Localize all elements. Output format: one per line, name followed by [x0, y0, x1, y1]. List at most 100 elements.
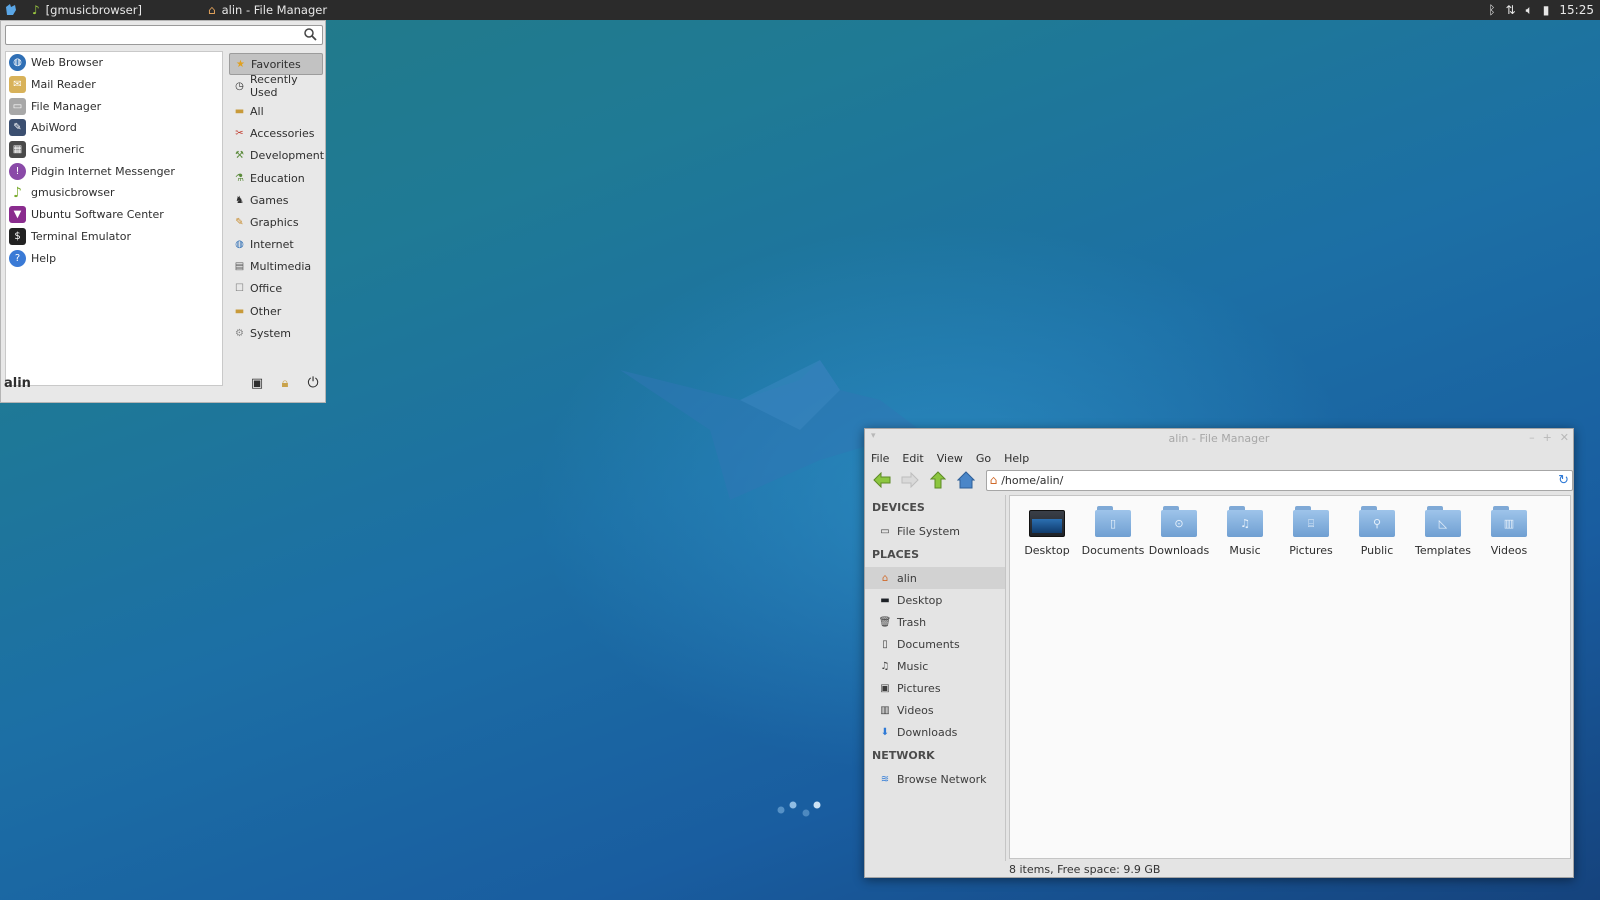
category-development[interactable]: ⚒ Development [229, 145, 324, 167]
menu-go[interactable]: Go [976, 452, 991, 465]
file-label: Downloads [1148, 544, 1210, 557]
sidebar-item-alin[interactable]: ⌂ alin [865, 567, 1005, 589]
app-label: Web Browser [31, 56, 104, 70]
app-terminal-emulator[interactable]: $ Terminal Emulator [6, 226, 222, 248]
app-file-manager[interactable]: ▭ File Manager [6, 95, 222, 117]
menu-view[interactable]: View [937, 452, 963, 465]
gnumeric-icon: ▦ [9, 141, 26, 159]
pidgin-icon: ! [9, 162, 26, 180]
back-button[interactable] [870, 469, 894, 491]
category-games[interactable]: ♞ Games [229, 189, 323, 211]
forward-button[interactable] [898, 469, 922, 491]
back-arrow-icon [873, 472, 891, 488]
settings-manager-button[interactable]: ▣ [246, 372, 268, 394]
menu-search-box[interactable] [5, 25, 323, 45]
reload-icon[interactable]: ↻ [1558, 473, 1569, 488]
category-list: ★ Favorites ◷ Recently Used ▬ All ✂ Accessor… [229, 53, 324, 344]
category-label: Recently Used [250, 73, 298, 100]
sidebar-item-pictures[interactable]: ▣ Pictures [865, 677, 1005, 699]
toolbar: ⌂ /home/alin/ ↻ [865, 468, 1573, 492]
taskbar-item-gmusicbrowser[interactable]: ♪ [gmusicbrowser] [22, 0, 152, 20]
app-label: Help [31, 251, 57, 265]
sidebar-item-file-system[interactable]: ▭ File System [865, 520, 1005, 542]
clock[interactable]: 15:25 [1559, 3, 1594, 17]
app-ubuntu-software-center[interactable]: ▼ Ubuntu Software Center [6, 204, 222, 226]
pictures-folder-icon: ⌸ [1291, 504, 1331, 538]
volume-icon[interactable]: 🔈︎ [1526, 3, 1533, 18]
app-abiword[interactable]: ✎ AbiWord [6, 117, 222, 139]
window-titlebar[interactable]: ▾ alin - File Manager – + ✕ [865, 429, 1573, 448]
network-icon[interactable]: ⇅ [1506, 3, 1516, 17]
sidebar-item-downloads[interactable]: ⬇ Downloads [865, 721, 1005, 743]
bluetooth-icon[interactable]: ᛒ [1488, 3, 1495, 17]
location-bar[interactable]: ⌂ /home/alin/ ↻ [985, 469, 1573, 491]
music-note-icon: ♪ [32, 3, 40, 17]
sidebar-item-label: File System [897, 524, 960, 538]
clock-icon: ◷ [235, 80, 244, 92]
category-internet[interactable]: ◍ Internet [229, 234, 323, 256]
category-education[interactable]: ⚗ Education [229, 167, 323, 189]
sidebar-item-trash[interactable]: 🗑︎ Trash [865, 611, 1005, 633]
category-graphics[interactable]: ✎ Graphics [229, 211, 323, 233]
file-item-templates[interactable]: ◺ Templates [1410, 504, 1476, 557]
file-label: Templates [1415, 544, 1471, 557]
app-pidgin[interactable]: ! Pidgin Internet Messenger [6, 160, 222, 182]
minimize-icon[interactable]: – [1529, 431, 1535, 444]
location-path[interactable]: /home/alin/ [1001, 474, 1063, 487]
app-label: Ubuntu Software Center [31, 208, 164, 222]
home-button[interactable] [954, 469, 978, 491]
sidebar-item-documents[interactable]: ▯ Documents [865, 633, 1005, 655]
file-item-desktop[interactable]: Desktop [1014, 504, 1080, 557]
sidebar-item-browse-network[interactable]: ≋ Browse Network [865, 768, 1005, 790]
parent-folder-button[interactable] [926, 469, 950, 491]
app-gnumeric[interactable]: ▦ Gnumeric [6, 139, 222, 161]
category-label: Internet [250, 238, 294, 252]
log-out-button[interactable]: ⏻ [302, 372, 324, 394]
battery-icon[interactable]: ▮ [1543, 3, 1550, 17]
lock-screen-button[interactable]: 🔒︎ [274, 372, 296, 394]
menu-file[interactable]: File [871, 452, 889, 465]
documents-folder-icon: ▯ [1093, 504, 1133, 538]
whisker-menu-button[interactable] [0, 0, 22, 20]
multimedia-icon: ▤ [234, 261, 245, 273]
videos-folder-icon: ▥ [1489, 504, 1529, 538]
menu-search-input[interactable] [6, 26, 296, 44]
category-recently-used[interactable]: ◷ Recently Used [229, 73, 323, 100]
app-label: Gnumeric [31, 143, 85, 157]
category-all[interactable]: ▬ All [229, 100, 323, 122]
category-system[interactable]: ⚙ System [229, 322, 323, 344]
close-icon[interactable]: ✕ [1560, 431, 1569, 444]
category-other[interactable]: ▬ Other [229, 300, 323, 322]
icon-view[interactable]: Desktop ▯ Documents ⊙ Downloads ♫ Music ⌸ Pi… [1009, 495, 1571, 859]
desktop-icon: ▬ [880, 594, 890, 606]
pictures-icon: ▣ [880, 682, 890, 694]
file-item-downloads[interactable]: ⊙ Downloads [1146, 504, 1212, 557]
window-menu-icon[interactable]: ▾ [871, 431, 876, 441]
wifi-icon: ≋ [880, 773, 890, 785]
category-multimedia[interactable]: ▤ Multimedia [229, 256, 323, 278]
category-label: Office [250, 282, 283, 296]
menu-edit[interactable]: Edit [902, 452, 923, 465]
globe-icon: ◍ [9, 54, 26, 72]
category-favorites[interactable]: ★ Favorites [229, 53, 323, 76]
app-web-browser[interactable]: ◍ Web Browser [6, 52, 222, 74]
file-item-pictures[interactable]: ⌸ Pictures [1278, 504, 1344, 557]
app-help[interactable]: ? Help [6, 247, 222, 269]
sidebar-item-desktop[interactable]: ▬ Desktop [865, 589, 1005, 611]
taskbar-item-file-manager[interactable]: ⌂ alin - File Manager [198, 0, 337, 20]
category-office[interactable]: ☐ Office [229, 278, 323, 300]
file-item-public[interactable]: ⚲ Public [1344, 504, 1410, 557]
sidebar-item-music[interactable]: ♫ Music [865, 655, 1005, 677]
app-mail-reader[interactable]: ✉ Mail Reader [6, 74, 222, 96]
sidebar-item-videos[interactable]: ▥ Videos [865, 699, 1005, 721]
category-accessories[interactable]: ✂ Accessories [229, 123, 323, 145]
menu-help[interactable]: Help [1004, 452, 1029, 465]
maximize-icon[interactable]: + [1543, 431, 1552, 444]
trash-icon: 🗑︎ [878, 616, 892, 628]
app-gmusicbrowser[interactable]: ♪ gmusicbrowser [6, 182, 222, 204]
file-item-documents[interactable]: ▯ Documents [1080, 504, 1146, 557]
file-item-music[interactable]: ♫ Music [1212, 504, 1278, 557]
accessories-icon: ✂ [235, 128, 244, 140]
category-label: Accessories [250, 127, 315, 141]
file-item-videos[interactable]: ▥ Videos [1476, 504, 1542, 557]
